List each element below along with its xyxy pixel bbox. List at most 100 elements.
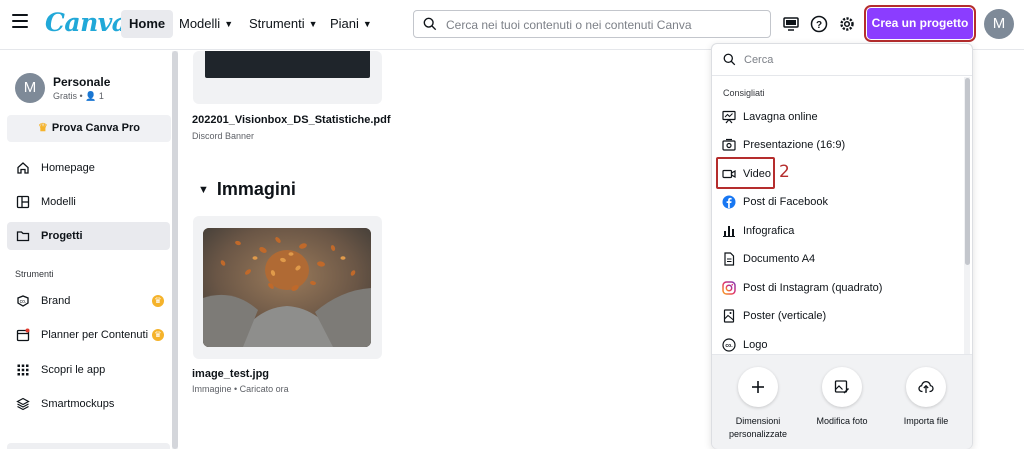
menu-item-whiteboard[interactable]: Lavagna online [716,104,962,130]
edit-photo-label: Modifica foto [816,416,868,426]
menu-icon[interactable] [12,14,28,30]
nav-home[interactable]: Home [121,10,174,38]
menu-item-label: Logo [743,339,768,351]
sidebar-item-modelli[interactable]: Modelli [7,188,170,216]
profile-plan: Gratis • 👤 1 [53,91,104,101]
settings-icon[interactable] [838,15,856,33]
step-2-annotation: 2 [779,162,790,182]
edit-photo-circle[interactable] [822,367,862,407]
menu-item-label: Lavagna online [743,111,818,123]
image-meta: Immagine • Caricato ora [192,384,289,394]
sidebar-item-label: Planner per Contenuti [41,329,149,341]
nav-strumenti-label: Strumenti [249,16,305,31]
chevron-down-icon: ▼ [362,19,372,29]
sidebar-item-label: Homepage [41,162,95,174]
menu-item-label: Poster (verticale) [743,310,827,322]
nav-piani-label: Piani [330,16,359,31]
search-input[interactable]: Cerca nei tuoi contenuti o nei contenuti… [413,10,771,38]
nav-piani[interactable]: Piani ▼ [322,10,380,38]
sidebar-item-planner[interactable]: Planner per Contenuti ♛ [7,321,170,349]
menu-search-placeholder: Cerca [744,54,774,66]
import-file-button[interactable]: Importa file [886,367,966,428]
facebook-icon [722,195,736,209]
menu-item-instagram-post[interactable]: Post di Instagram (quadrato) [716,275,962,301]
create-project-menu: Cerca Consigliati Lavagna online Present… [711,43,973,449]
sidebar-item-progetti[interactable]: Progetti [7,222,170,250]
menu-item-infographic[interactable]: Infografica [716,218,962,244]
custom-size-button[interactable]: Dimensioni personalizzate [718,367,798,441]
brand-icon: co. [17,295,29,307]
poster-icon [723,309,735,323]
file-title[interactable]: 202201_Visionbox_DS_Statistiche.pdf [192,114,391,126]
menu-item-label: Post di Instagram (quadrato) [743,282,883,294]
menu-item-label: Post di Facebook [743,196,828,208]
nav-home-label: Home [129,16,166,31]
crown-icon: ♛ [152,295,164,307]
menu-scrollbar[interactable] [965,78,970,265]
try-pro-button[interactable]: ♛ Prova Canva Pro [7,115,171,142]
menu-item-a4-document[interactable]: Documento A4 [716,246,962,272]
file-thumbnail[interactable] [205,51,370,78]
section-title[interactable]: ▼ Immagini [198,179,296,200]
search-placeholder: Cerca nei tuoi contenuti o nei contenuti… [446,18,692,32]
menu-item-facebook-post[interactable]: Post di Facebook [716,189,962,215]
menu-search-input[interactable]: Cerca [712,44,972,76]
sidebar-item-apps[interactable]: Scopri le app [7,356,170,384]
recommended-heading: Consigliati [723,88,765,98]
sidebar-item-label: Progetti [41,230,83,242]
svg-text:co.: co. [725,343,733,349]
whiteboard-icon [722,110,736,124]
chevron-down-icon: ▼ [224,19,234,29]
chevron-down-icon: ▼ [308,19,318,29]
logo-icon: co. [722,338,736,352]
create-project-button[interactable]: Crea un progetto [864,5,976,42]
desktop-icon[interactable] [782,15,800,33]
profile-name[interactable]: Personale [53,75,110,89]
calendar-icon [16,328,30,342]
sidebar-item-label: Modelli [41,196,76,208]
sidebar-item-label: Smartmockups [41,398,115,410]
presentation-icon [722,138,736,151]
upload-icon [918,380,934,393]
layers-icon [16,397,30,411]
crown-icon: ♛ [152,329,164,341]
image-title[interactable]: image_test.jpg [192,368,269,380]
menu-item-label: Infografica [743,225,795,237]
help-icon[interactable]: ? [810,15,828,33]
section-title-label: Immagini [216,179,296,199]
try-pro-label: Prova Canva Pro [51,122,140,134]
profile-avatar[interactable]: M [15,73,45,103]
image-thumbnail[interactable] [203,228,371,347]
import-file-label: Importa file [903,416,949,426]
menu-item-poster[interactable]: Poster (verticale) [716,303,962,329]
nav-strumenti[interactable]: Strumenti ▼ [241,10,326,38]
crown-icon: ♛ [38,122,48,134]
sidebar-item-label: Scopri le app [41,364,106,376]
infographic-icon [723,226,735,237]
edit-photo-button[interactable]: Modifica foto [802,367,882,428]
document-icon [724,252,735,266]
svg-text:?: ? [816,20,822,31]
svg-text:co.: co. [20,299,27,305]
import-file-circle[interactable] [906,367,946,407]
tools-heading: Strumenti [15,269,54,279]
search-icon [723,53,736,66]
sidebar-item-label: Brand [41,295,71,307]
sidebar-scrollbar[interactable] [172,51,178,449]
video-highlight-annotation [716,157,775,189]
nav-modelli[interactable]: Modelli ▼ [171,10,241,38]
file-type: Discord Banner [192,131,255,141]
instagram-icon [722,281,736,295]
sidebar-item-brand[interactable]: co. Brand ♛ [7,287,170,315]
sidebar-footer [7,443,170,449]
chevron-down-icon: ▼ [198,184,209,196]
sidebar-item-smartmockups[interactable]: Smartmockups [7,390,170,418]
autumn-leaves-image [203,228,371,347]
avatar[interactable]: M [984,9,1014,39]
menu-item-presentation[interactable]: Presentazione (16:9) [716,132,962,158]
canva-logo[interactable]: Canva [45,8,128,37]
photo-edit-icon [834,380,850,394]
sidebar-item-homepage[interactable]: Homepage [7,154,170,182]
folder-icon [16,231,30,242]
custom-size-circle[interactable] [738,367,778,407]
